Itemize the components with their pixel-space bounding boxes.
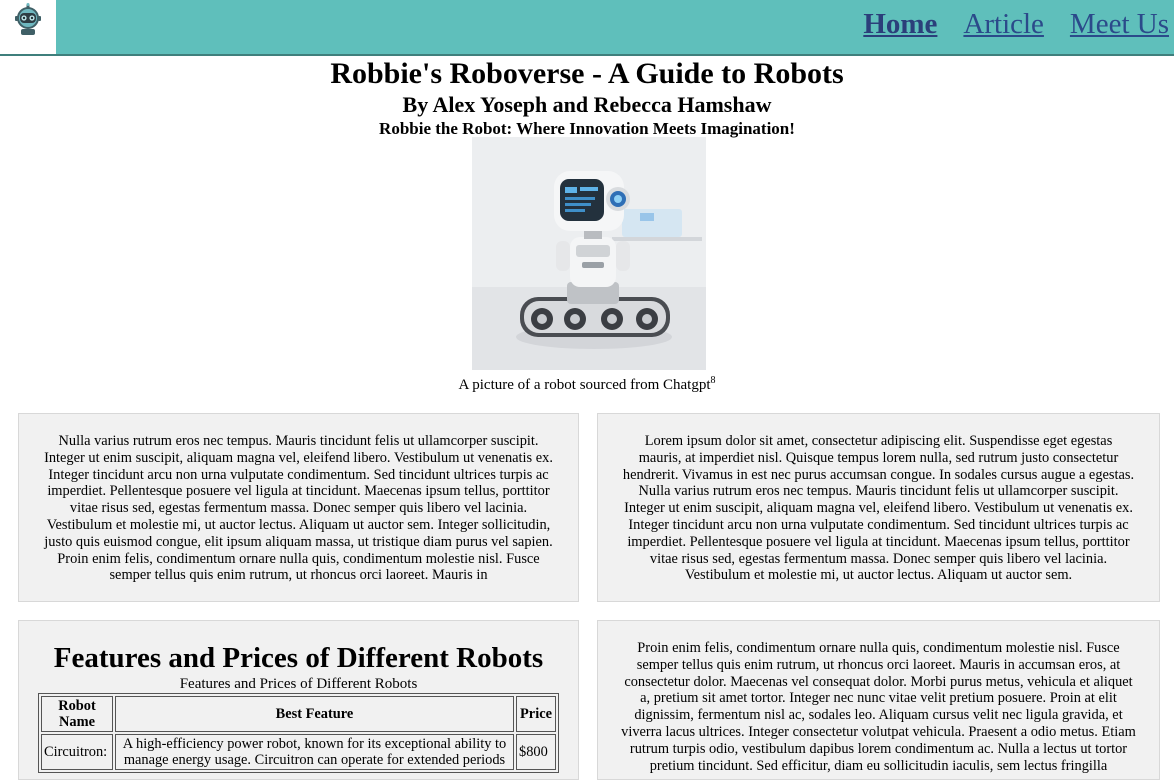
card-text: Lorem ipsum dolor sit amet, consectetur …: [622, 433, 1135, 584]
content-card-bottom-right: Proin enim felis, condimentum ornare nul…: [597, 620, 1160, 780]
caption-footnote[interactable]: 8: [711, 375, 716, 386]
top-navbar: Home Article Meet Us: [0, 0, 1174, 56]
page-header: Robbie's Roboverse - A Guide to Robots B…: [0, 56, 1174, 140]
site-logo[interactable]: [0, 0, 56, 54]
hero-caption: A picture of a robot sourced from Chatgp…: [0, 375, 1174, 394]
page-title: Robbie's Roboverse - A Guide to Robots: [330, 57, 844, 90]
best-feature-cell: A high-efficiency power robot, known for…: [115, 734, 514, 770]
caption-text: A picture of a robot sourced from Chatgp…: [458, 377, 711, 393]
table-heading: Features and Prices of Different Robots: [53, 642, 544, 674]
robot-logo-icon: [15, 3, 41, 35]
table-row: Circuitron: A high-efficiency power robo…: [41, 734, 556, 770]
content-card-left: Nulla varius rutrum eros nec tempus. Mau…: [18, 413, 579, 602]
prices-card: Features and Prices of Different Robots …: [18, 620, 579, 780]
column-header-best-feature: Best Feature: [115, 696, 514, 732]
table-caption: Features and Prices of Different Robots: [179, 676, 418, 692]
robot-name-cell: Circuitron:: [41, 734, 113, 770]
nav-link-meet-us[interactable]: Meet Us: [1070, 6, 1169, 42]
prices-table: Robot Name Best Feature Price Circuitron…: [38, 693, 559, 773]
table-header-row: Robot Name Best Feature Price: [41, 696, 556, 732]
column-header-robot-name: Robot Name: [41, 696, 113, 732]
price-cell: $800: [516, 734, 556, 770]
byline: By Alex Yoseph and Rebecca Hamshaw: [402, 92, 772, 117]
nav-link-home[interactable]: Home: [863, 6, 937, 42]
content-card-right: Lorem ipsum dolor sit amet, consectetur …: [597, 413, 1160, 602]
nav-link-article[interactable]: Article: [963, 6, 1044, 42]
card-text: Proin enim felis, condimentum ornare nul…: [621, 640, 1136, 774]
robot-hero-image: [472, 137, 706, 370]
card-text: Nulla varius rutrum eros nec tempus. Mau…: [44, 433, 553, 584]
column-header-price: Price: [516, 696, 556, 732]
main-nav: Home Article Meet Us: [863, 6, 1169, 42]
